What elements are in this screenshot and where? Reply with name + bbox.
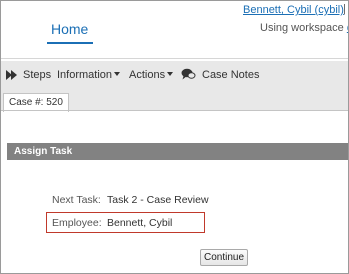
header-divider: [1, 58, 348, 59]
information-label: Information: [57, 69, 113, 81]
workspace-prefix: Using workspace: [260, 22, 347, 34]
tab-divider: [1, 110, 348, 111]
case-tab-label: Case #: 520: [9, 97, 63, 108]
dropdown-caret-icon: [114, 72, 121, 76]
panel-title: Assign Task: [7, 143, 348, 160]
case-notes-link[interactable]: Case Notes: [202, 69, 259, 81]
employee-value: Bennett, Cybil: [107, 217, 173, 229]
actions-label: Actions: [129, 69, 166, 81]
app-window: Home Bennett, Cybil (cybil) | Using work…: [0, 0, 349, 274]
case-tab-strip: Case #: 520: [1, 89, 348, 112]
dropdown-caret-icon: [167, 72, 174, 76]
chat-bubbles-icon[interactable]: [181, 68, 196, 81]
next-task-label: Next Task:: [52, 194, 101, 206]
steps-menu[interactable]: Steps: [23, 69, 51, 81]
play-forward-icon[interactable]: [6, 70, 20, 80]
header-separator: |: [343, 3, 346, 15]
home-tab-underline: [47, 42, 93, 44]
top-header: Home Bennett, Cybil (cybil) | Using work…: [1, 1, 348, 58]
employee-label: Employee:: [52, 217, 102, 229]
user-account-link[interactable]: Bennett, Cybil (cybil): [243, 4, 344, 16]
information-menu[interactable]: Information: [57, 69, 121, 81]
actions-menu[interactable]: Actions: [129, 69, 174, 81]
home-tab[interactable]: Home: [51, 21, 88, 37]
continue-button[interactable]: Continue: [200, 249, 248, 266]
case-toolbar: Steps Information Actions Case Notes: [1, 61, 348, 89]
workspace-info: Using workspace da: [260, 22, 348, 34]
next-task-value: Task 2 - Case Review: [107, 194, 209, 206]
